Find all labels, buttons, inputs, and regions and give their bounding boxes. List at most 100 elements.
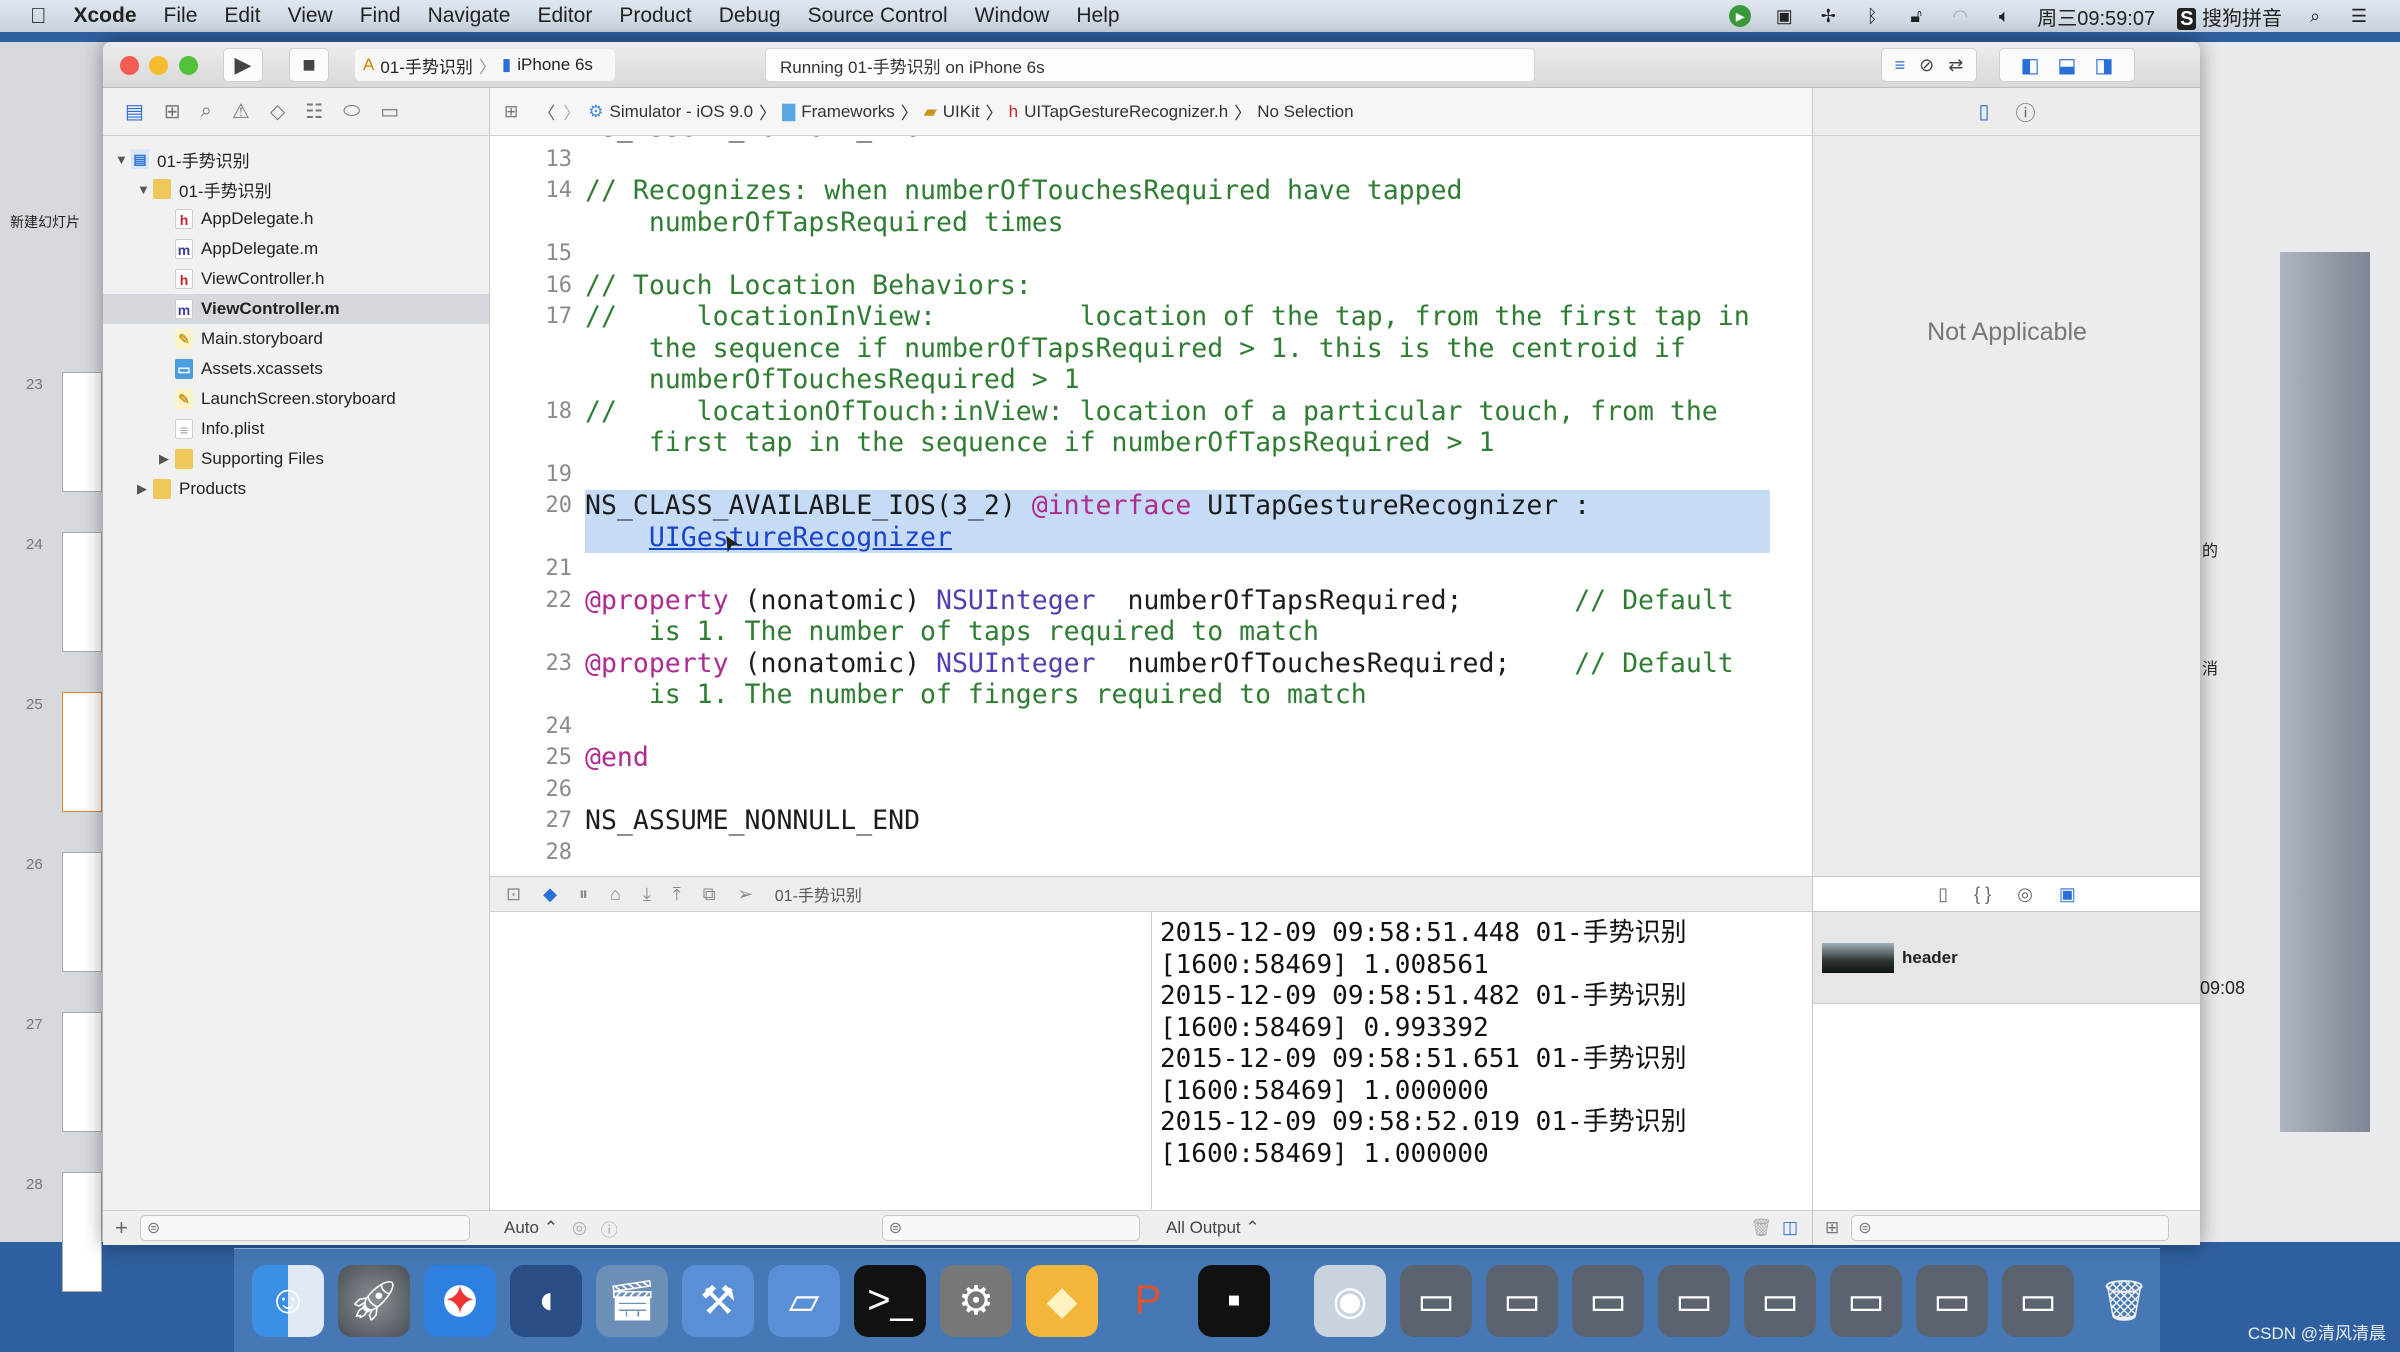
dock-window-1-icon[interactable]: ▭ xyxy=(1400,1264,1472,1337)
menu-file[interactable]: File xyxy=(164,4,198,28)
quick-help-icon[interactable]: ⓘ xyxy=(2016,97,2036,126)
toggle-utilities-icon[interactable]: ◨ xyxy=(2094,53,2113,78)
dock-window-7-icon[interactable]: ▭ xyxy=(1916,1264,1988,1337)
code-line[interactable]: the sequence if numberOfTapsRequired > 1… xyxy=(490,333,1790,365)
code-line[interactable]: 17 // locationInView: location of the tap… xyxy=(490,301,1790,333)
variables-view[interactable] xyxy=(490,912,1152,1210)
breadcrumb-item[interactable]: UITapGestureRecognizer.h xyxy=(1024,102,1228,122)
app-status-icon[interactable]: ▸ xyxy=(1729,5,1752,27)
disclosure-open-icon[interactable]: ▼ xyxy=(115,152,131,167)
fan-icon[interactable]: ✢ xyxy=(1817,5,1839,27)
code-line[interactable]: 20 NS_CLASS_AVAILABLE_IOS(3_2) @interface… xyxy=(490,490,1790,522)
media-library-icon[interactable]: ▣ xyxy=(2059,884,2076,905)
stop-button[interactable]: ■ xyxy=(289,48,329,82)
split-view-icon[interactable]: ◫ xyxy=(1782,1218,1798,1238)
dock-window-4-icon[interactable]: ▭ xyxy=(1658,1264,1730,1337)
breakpoints-toggle-icon[interactable]: ◆ xyxy=(543,884,557,905)
quick-look-icon[interactable]: ◎ xyxy=(572,1218,587,1238)
project-navigator-icon[interactable]: ▤ xyxy=(125,99,144,124)
hide-debug-area-icon[interactable]: ⊡ xyxy=(506,884,521,905)
dock-sketch-icon[interactable]: ◆ xyxy=(1026,1264,1098,1337)
code-line[interactable]: first tap in the sequence if numberOfTap… xyxy=(490,427,1790,459)
code-link[interactable]: UIGestureRecognizer xyxy=(649,522,952,553)
dock-mouse-app-icon[interactable]: ◖ xyxy=(510,1264,582,1337)
code-line[interactable]: numberOfTouchesRequired > 1 xyxy=(490,364,1790,396)
output-selector[interactable]: All Output ⌃ xyxy=(1166,1218,1260,1238)
run-button[interactable]: ▶ xyxy=(223,48,263,82)
code-line[interactable]: 16 // Touch Location Behaviors: xyxy=(490,270,1790,302)
slide-thumbnail[interactable] xyxy=(62,532,102,652)
code-line[interactable]: 27 NS_ASSUME_NONNULL_END xyxy=(490,805,1790,837)
object-library-icon[interactable]: ◎ xyxy=(2017,884,2033,905)
code-line[interactable]: numberOfTapsRequired times xyxy=(490,207,1790,239)
file-template-icon[interactable]: ▯ xyxy=(1938,884,1948,905)
breadcrumb-item[interactable]: Simulator - iOS 9.0 xyxy=(610,102,754,122)
menu-find[interactable]: Find xyxy=(360,4,401,28)
toggle-navigator-icon[interactable]: ◧ xyxy=(2021,53,2040,78)
menu-product[interactable]: Product xyxy=(619,4,691,28)
bluetooth-icon[interactable]: ᛒ xyxy=(1861,5,1883,27)
code-line[interactable]: is 1. The number of taps required to mat… xyxy=(490,616,1790,648)
breadcrumb-item[interactable]: UIKit xyxy=(943,102,980,122)
dock-quicktime-icon[interactable]: ◉ xyxy=(1314,1264,1386,1337)
version-editor-icon[interactable]: ⇄ xyxy=(1948,55,1963,76)
code-line[interactable]: 13 xyxy=(490,144,1790,176)
disclosure-closed-icon[interactable]: ▶ xyxy=(159,451,175,467)
dock-safari-icon[interactable]: ✦ xyxy=(424,1264,496,1337)
video-icon[interactable]: ▣ xyxy=(1773,5,1795,27)
step-out-icon[interactable]: ⤒ xyxy=(673,884,681,905)
breadcrumb-item[interactable]: No Selection xyxy=(1257,102,1353,122)
code-line[interactable]: NS_ASSUME_NONNULL_BEGIN xyxy=(490,136,1790,144)
grid-view-icon[interactable]: ⊞ xyxy=(1825,1218,1839,1238)
zoom-button[interactable] xyxy=(179,56,198,75)
dock-launchpad-icon[interactable]: 🚀︎ xyxy=(338,1264,410,1337)
dock-finder-icon[interactable]: ☺ xyxy=(252,1264,324,1337)
library-filter-input[interactable]: ⊜ xyxy=(1851,1215,2170,1241)
symbol-navigator-icon[interactable]: ⊞ xyxy=(164,99,181,124)
navigator-item[interactable]: h AppDelegate.h xyxy=(103,204,489,234)
forward-button[interactable]: 〉 xyxy=(563,99,580,124)
scheme-selector[interactable]: A 01-手势识别〉 ▮ iPhone 6s xyxy=(355,49,615,81)
breakpoint-navigator-icon[interactable]: ⬭ xyxy=(343,100,360,123)
navigator-item[interactable]: ✎ Main.storyboard xyxy=(103,324,489,354)
trash-icon[interactable]: 🗑︎ xyxy=(1750,1218,1772,1238)
code-line[interactable]: UIGestureRecognizer xyxy=(490,521,1790,553)
navigator-item[interactable]: ▶ Products xyxy=(103,474,489,504)
code-line[interactable]: 26 xyxy=(490,774,1790,806)
code-line[interactable]: 19 xyxy=(490,459,1790,491)
navigator-item[interactable]: ▼ 01-手势识别 xyxy=(103,174,489,204)
assistant-editor-icon[interactable]: ⊘ xyxy=(1919,55,1934,76)
add-icon[interactable]: + xyxy=(115,1215,128,1241)
minimize-button[interactable] xyxy=(149,56,168,75)
slide-thumbnail[interactable] xyxy=(62,372,102,492)
location-icon[interactable]: ➢ xyxy=(738,884,753,905)
standard-editor-icon[interactable]: ≡ xyxy=(1895,55,1906,76)
code-line[interactable]: 14 // Recognizes: when numberOfTouchesReq… xyxy=(490,175,1790,207)
apple-icon[interactable]:  xyxy=(30,3,47,29)
toggle-debug-area-icon[interactable]: ⬓ xyxy=(2058,53,2077,78)
slide-thumbnail[interactable] xyxy=(62,1172,102,1292)
clock[interactable]: 周三09:59:07 xyxy=(2037,2,2155,31)
code-line[interactable]: is 1. The number of fingers required to … xyxy=(490,679,1790,711)
code-view[interactable]: NS_ASSUME_NONNULL_BEGIN 13 14 // Recognizes… xyxy=(490,136,1812,876)
pause-icon[interactable]: ⏸︎ xyxy=(579,884,588,905)
back-button[interactable]: 〈 xyxy=(538,99,555,124)
dock-powerpoint-icon[interactable]: P xyxy=(1112,1265,1184,1337)
dock-window-8-icon[interactable]: ▭ xyxy=(2002,1264,2074,1337)
menu-debug[interactable]: Debug xyxy=(719,4,781,28)
debug-navigator-icon[interactable]: ☷ xyxy=(305,99,323,124)
menu-editor[interactable]: Editor xyxy=(537,4,592,28)
process-label[interactable]: 01-手势识别 xyxy=(775,882,862,906)
find-navigator-icon[interactable]: ⌕ xyxy=(201,100,212,123)
library-item[interactable]: header xyxy=(1813,912,2200,1004)
breadcrumb-item[interactable]: Frameworks xyxy=(801,102,895,122)
slide-thumbnail[interactable] xyxy=(62,692,102,812)
step-into-icon[interactable]: ⤓ xyxy=(643,884,651,905)
variables-filter-input[interactable]: ⊜ xyxy=(881,1215,1140,1241)
disclosure-open-icon[interactable]: ▼ xyxy=(137,182,153,197)
code-line[interactable]: 15 xyxy=(490,238,1790,270)
navigator-item[interactable]: ▶ Supporting Files xyxy=(103,444,489,474)
menu-view[interactable]: View xyxy=(288,4,333,28)
navigator-item[interactable]: m AppDelegate.m xyxy=(103,234,489,264)
dock-window-3-icon[interactable]: ▭ xyxy=(1572,1264,1644,1337)
